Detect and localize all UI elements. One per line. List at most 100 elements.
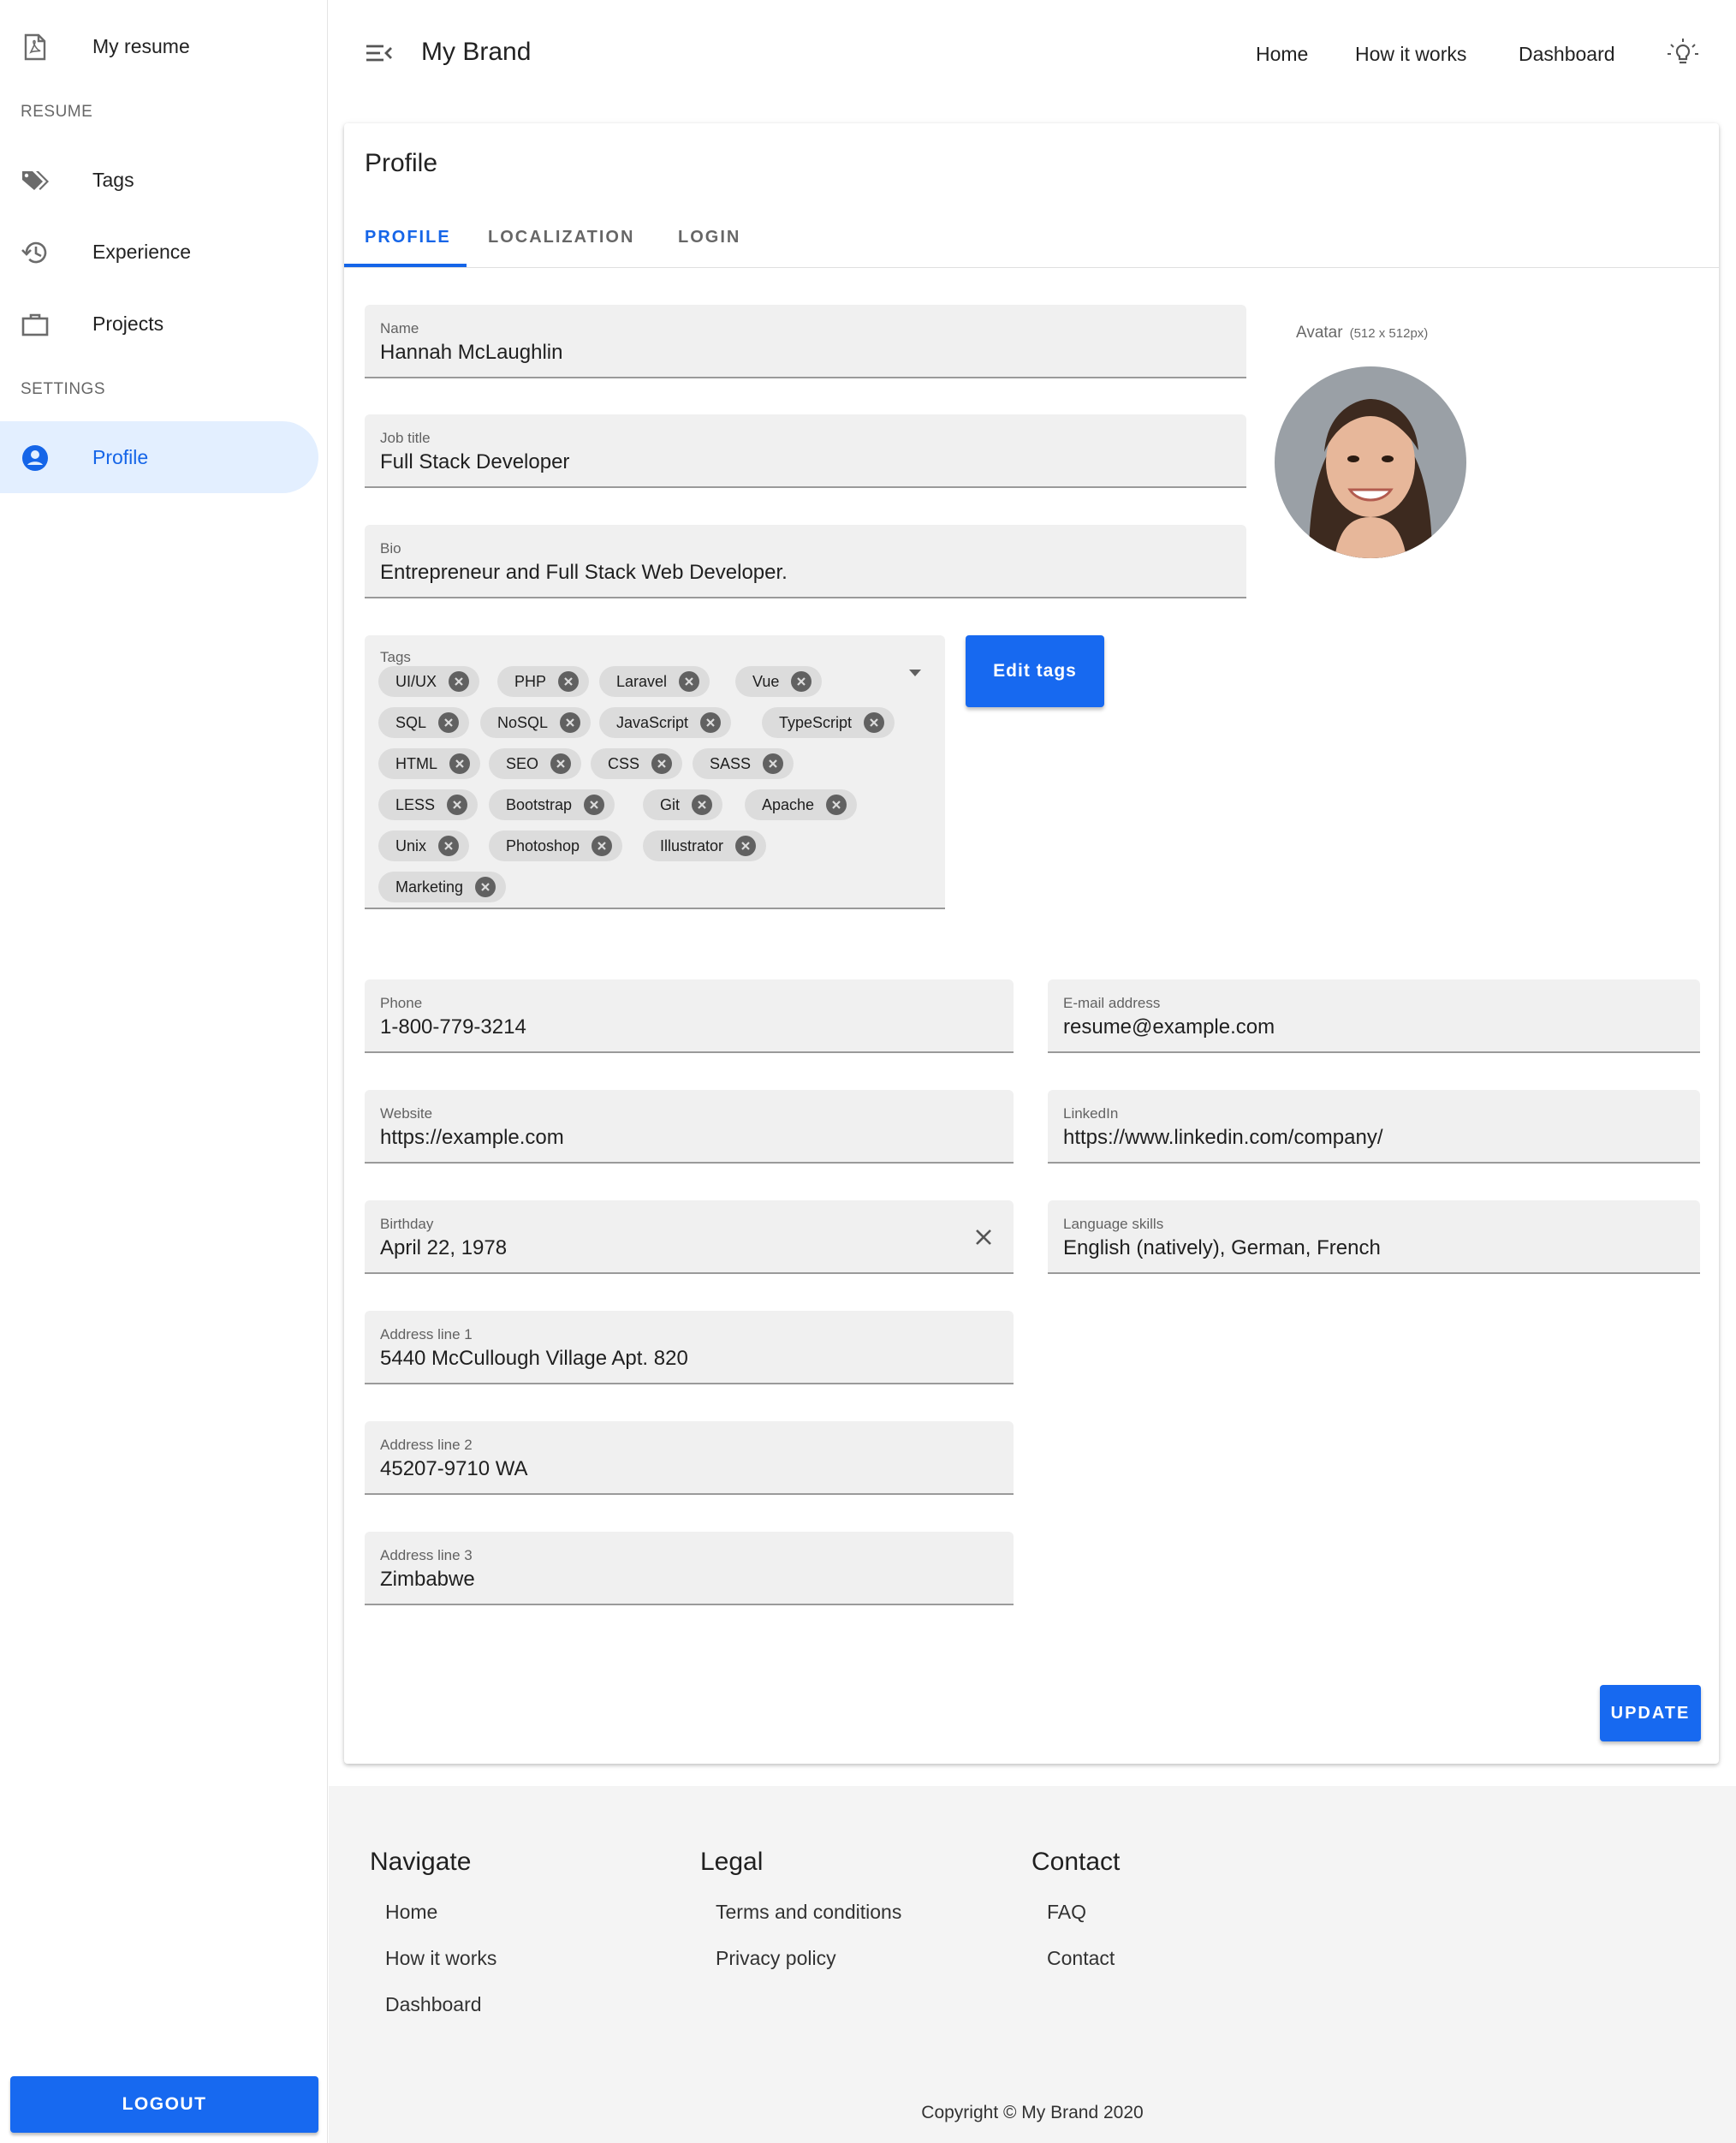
tags-select[interactable]: Tags UI/UX PHP Laravel Vue SQL NoSQL JavaScrip… [365,635,945,909]
tag-chip-label: PHP [514,672,547,690]
tag-chip[interactable]: SEO [489,748,582,779]
tag-chip[interactable]: CSS [591,748,683,779]
tab-login[interactable]: LOGIN [678,228,740,247]
sidebar-item-profile[interactable]: Profile [0,421,318,493]
linkedin-field[interactable]: LinkedIn https://www.linkedin.com/compan… [1048,1090,1700,1164]
dropdown-arrow-icon[interactable] [909,670,921,676]
address-line-1-field[interactable]: Address line 1 5440 McCullough Village A… [365,1311,1014,1384]
sidebar-item-experience[interactable]: Experience [0,216,318,288]
tab-profile[interactable]: PROFILE [365,228,451,247]
remove-tag-icon[interactable] [550,753,572,774]
language-skills-field[interactable]: Language skills English (natively), Germ… [1048,1200,1700,1274]
tag-chip[interactable]: Vue [735,666,823,697]
bio-field[interactable]: Bio Entrepreneur and Full Stack Web Deve… [365,525,1246,598]
tag-chip-label: Unix [395,836,427,854]
remove-tag-icon[interactable] [558,671,580,692]
footer-link-dashboard[interactable]: Dashboard [385,1993,482,2016]
clear-icon[interactable] [971,1224,996,1250]
tag-chip-label: Apache [762,795,815,813]
phone-field[interactable]: Phone 1-800-779-3214 [365,979,1014,1053]
edit-tags-button[interactable]: Edit tags [966,635,1104,707]
tag-chip[interactable]: Marketing [378,872,507,902]
tag-chip[interactable]: Laravel [599,666,710,697]
profile-card: Profile PROFILE LOCALIZATION LOGIN Name … [344,123,1719,1764]
job-title-field[interactable]: Job title Full Stack Developer [365,414,1246,488]
nav-home[interactable]: Home [1256,43,1308,66]
tag-chip[interactable]: UI/UX [378,666,480,697]
sidebar-item-label: My resume [92,34,190,57]
remove-tag-icon[interactable] [449,671,470,692]
remove-tag-icon[interactable] [560,712,581,733]
website-field[interactable]: Website https://example.com [365,1090,1014,1164]
nav-how-it-works[interactable]: How it works [1355,43,1466,66]
tag-chip[interactable]: Unix [378,830,470,861]
footer-link-contact[interactable]: Contact [1047,1947,1115,1970]
copyright: Copyright © My Brand 2020 [921,2103,1144,2122]
remove-tag-icon[interactable] [447,795,468,815]
menu-open-icon[interactable] [365,41,394,65]
tag-chip[interactable]: TypeScript [762,707,895,738]
tag-chip[interactable]: SQL [378,707,470,738]
tag-chip[interactable]: Apache [745,789,858,820]
remove-tag-icon[interactable] [438,712,460,733]
history-icon [21,238,50,267]
logout-button[interactable]: LOGOUT [10,2076,318,2133]
remove-tag-icon[interactable] [791,671,812,692]
avatar-dimensions: (512 x 512px) [1349,326,1429,341]
field-label: Tags [380,649,411,665]
remove-tag-icon[interactable] [763,753,784,774]
footer-link-home[interactable]: Home [385,1901,437,1924]
tag-chip-label: JavaScript [616,713,689,731]
tag-chip[interactable]: Photoshop [489,830,623,861]
tab-localization[interactable]: LOCALIZATION [488,228,634,247]
tag-chip[interactable]: SASS [693,748,794,779]
sidebar-item-my-resume[interactable]: My resume [0,10,318,82]
remove-tag-icon[interactable] [826,795,847,815]
footer-link-how-it-works[interactable]: How it works [385,1947,496,1970]
remove-tag-icon[interactable] [475,877,496,897]
field-label: Birthday [380,1216,434,1232]
avatar-image[interactable] [1275,366,1466,558]
footer-link-terms[interactable]: Terms and conditions [716,1901,901,1924]
field-label: Address line 2 [380,1437,473,1453]
sidebar-item-tags[interactable]: Tags [0,144,318,216]
briefcase-icon [21,310,50,339]
name-field[interactable]: Name Hannah McLaughlin [365,305,1246,378]
tag-chip[interactable]: Illustrator [643,830,767,861]
lightbulb-icon[interactable] [1666,36,1700,70]
remove-tag-icon[interactable] [438,836,460,856]
remove-tag-icon[interactable] [584,795,605,815]
tag-chip[interactable]: LESS [378,789,479,820]
remove-tag-icon[interactable] [651,753,673,774]
avatar-label: Avatar (512 x 512px) [1296,324,1428,342]
birthday-field[interactable]: Birthday April 22, 1978 [365,1200,1014,1274]
field-label: Job title [380,430,431,446]
sidebar-item-label: Profile [92,445,149,468]
field-value: Hannah McLaughlin [380,341,563,364]
remove-tag-icon[interactable] [700,712,722,733]
email-field[interactable]: E-mail address resume@example.com [1048,979,1700,1053]
remove-tag-icon[interactable] [592,836,613,856]
nav-dashboard[interactable]: Dashboard [1519,43,1615,66]
remove-tag-icon[interactable] [735,836,757,856]
address-line-3-field[interactable]: Address line 3 Zimbabwe [365,1532,1014,1605]
sidebar-item-projects[interactable]: Projects [0,288,318,360]
address-line-2-field[interactable]: Address line 2 45207-9710 WA [365,1421,1014,1495]
remove-tag-icon[interactable] [449,753,470,774]
brand-title[interactable]: My Brand [421,38,531,67]
tag-chip[interactable]: Bootstrap [489,789,615,820]
footer-link-faq[interactable]: FAQ [1047,1901,1086,1924]
tag-chip-label: Bootstrap [506,795,573,813]
remove-tag-icon[interactable] [864,712,885,733]
tag-chip-label: SASS [710,754,752,772]
tag-chip[interactable]: HTML [378,748,480,779]
update-button[interactable]: UPDATE [1600,1685,1701,1741]
tag-chip[interactable]: PHP [497,666,590,697]
footer-link-privacy[interactable]: Privacy policy [716,1947,836,1970]
tag-chip-label: Git [660,795,681,813]
remove-tag-icon[interactable] [679,671,700,692]
tag-chip[interactable]: JavaScript [599,707,732,738]
tag-chip[interactable]: Git [643,789,723,820]
remove-tag-icon[interactable] [692,795,713,815]
tag-chip[interactable]: NoSQL [480,707,592,738]
